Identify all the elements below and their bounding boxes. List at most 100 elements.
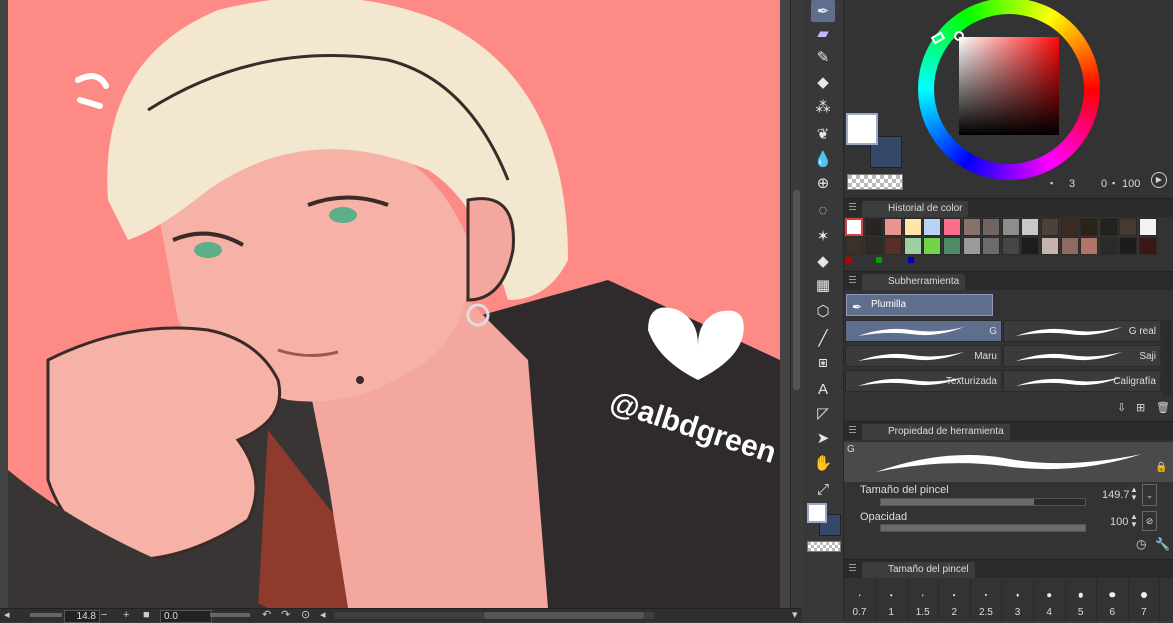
history-color-swatch[interactable] <box>903 237 922 255</box>
airbrush-icon[interactable]: ⁂ <box>811 96 835 118</box>
history-color-swatch[interactable] <box>982 237 1001 255</box>
history-color-swatch[interactable] <box>1001 237 1020 255</box>
tab-brush-size[interactable]: Tamaño del pincel <box>862 562 975 578</box>
brush-size-preset[interactable]: 2.5 <box>970 580 1003 621</box>
eyedropper-icon[interactable]: ⤢ <box>811 478 835 500</box>
subtool-brush-item[interactable]: G real <box>1003 320 1161 342</box>
brush-size-preset[interactable]: 7 <box>1128 580 1161 621</box>
opacity-stepper[interactable]: ▲ ▼ <box>1130 513 1138 529</box>
rotate-right-icon[interactable]: ↷ <box>281 609 290 622</box>
history-color-swatch[interactable] <box>1099 237 1118 255</box>
canvas-vertical-scrollbar[interactable] <box>790 0 803 608</box>
subtool-brush-item[interactable]: Saji <box>1003 345 1161 367</box>
subtool-group-plumilla[interactable]: ✒ Plumilla <box>846 294 993 316</box>
saturation-value-square[interactable] <box>959 37 1059 135</box>
color-picker-handle[interactable] <box>954 31 964 41</box>
history-color-swatch[interactable] <box>1021 237 1040 255</box>
delete-subtool-icon[interactable]: 🗑 <box>1156 401 1170 414</box>
vector-icon[interactable]: ◸ <box>811 402 835 424</box>
new-subtool-icon[interactable]: ⊞ <box>1136 401 1145 414</box>
transform-icon[interactable]: ⊕ <box>811 172 835 194</box>
canvas-horizontal-scrollbar[interactable] <box>334 612 654 619</box>
scroll-down-icon[interactable]: ▾ <box>792 609 798 622</box>
history-color-swatch[interactable] <box>1060 218 1079 236</box>
history-color-swatch[interactable] <box>1080 237 1099 255</box>
main-color-swatch[interactable] <box>846 113 878 145</box>
history-color-swatch[interactable] <box>884 237 903 255</box>
navigator-icon[interactable]: ◂ <box>4 609 10 622</box>
rotate-left-icon[interactable]: ↶ <box>262 609 271 622</box>
lock-icon[interactable]: 🔒 <box>1155 462 1167 473</box>
opacity-settings-icon[interactable]: ⊘ <box>1142 511 1157 531</box>
subtool-brush-item[interactable]: Texturizada <box>845 370 1002 392</box>
opacity-slider[interactable] <box>880 524 1086 532</box>
rotation-field[interactable]: 0.0 <box>160 610 212 623</box>
fill-icon[interactable]: ◆ <box>811 250 835 272</box>
history-color-swatch[interactable] <box>1139 237 1157 255</box>
gradient-icon[interactable]: ▦ <box>811 274 835 296</box>
tab-tool-property[interactable]: Propiedad de herramienta <box>862 424 1010 440</box>
history-color-swatch[interactable] <box>845 237 863 255</box>
history-color-swatch[interactable] <box>884 218 903 236</box>
object-select-icon[interactable]: ➤ <box>811 427 835 449</box>
brush-size-pressure-icon[interactable]: ⌄ <box>1142 484 1157 506</box>
brush-size-preset[interactable]: 1.5 <box>907 580 940 621</box>
history-color-swatch[interactable] <box>923 218 942 236</box>
brush-size-value[interactable]: 149.7 <box>1102 489 1130 501</box>
play-icon[interactable]: ▶ <box>1151 172 1167 188</box>
transparent-color-swatch[interactable] <box>847 174 903 190</box>
reset-icon[interactable]: ◷ <box>1136 537 1146 551</box>
subtool-brush-item[interactable]: Maru <box>845 345 1002 367</box>
drawing-canvas[interactable]: @albdgreen <box>0 0 790 608</box>
lasso-icon[interactable]: ◌ <box>811 199 835 221</box>
brush-size-preset[interactable]: 1 <box>876 580 908 621</box>
frame-icon[interactable]: ⧆ <box>811 351 835 373</box>
3d-object-icon[interactable]: ⬡ <box>811 300 835 322</box>
history-color-swatch[interactable] <box>1080 218 1099 236</box>
rotation-slider[interactable] <box>210 613 250 617</box>
history-color-swatch[interactable] <box>864 237 883 255</box>
brush-list-scrollbar[interactable] <box>1162 320 1171 396</box>
history-color-swatch[interactable] <box>1119 218 1138 236</box>
tool-transparent-swatch[interactable] <box>807 541 841 552</box>
flip-icon[interactable]: ◂ <box>320 609 326 622</box>
zoom-field[interactable]: 14.8 <box>64 610 100 623</box>
history-color-swatch[interactable] <box>962 237 981 255</box>
history-color-swatch[interactable] <box>1001 218 1020 236</box>
brush-size-preset[interactable]: 2 <box>939 580 971 621</box>
marker-icon[interactable]: ▰ <box>811 22 835 44</box>
wrench-icon[interactable]: 🔧 <box>1155 537 1170 551</box>
brush-size-stepper[interactable]: ▲ ▼ <box>1130 486 1138 502</box>
reset-rotation-icon[interactable]: ⊙ <box>301 609 310 622</box>
history-color-swatch[interactable] <box>943 218 961 236</box>
history-color-swatch[interactable] <box>903 218 922 236</box>
history-color-swatch[interactable] <box>1041 237 1059 255</box>
eraser-icon[interactable]: ◆ <box>811 71 835 93</box>
fit-icon[interactable]: ■ <box>143 609 150 622</box>
pen-icon[interactable]: ✒ <box>811 0 835 22</box>
history-color-swatch[interactable] <box>1041 218 1059 236</box>
text-icon[interactable]: A <box>811 378 835 400</box>
brush-size-preset[interactable]: 0.7 <box>844 580 876 621</box>
subtool-brush-item[interactable]: Caligrafía <box>1003 370 1161 392</box>
magic-wand-icon[interactable]: ✶ <box>811 225 835 247</box>
zoom-out-button[interactable]: − <box>101 609 107 622</box>
brush-size-slider[interactable] <box>880 498 1086 506</box>
history-color-swatch[interactable] <box>1021 218 1040 236</box>
history-color-swatch[interactable] <box>982 218 1001 236</box>
hand-icon[interactable]: ✋ <box>811 452 835 474</box>
tab-color-history[interactable]: Historial de color <box>862 201 969 217</box>
copy-subtool-icon[interactable]: ⇩ <box>1117 401 1126 414</box>
brush-size-preset[interactable]: 3 <box>1002 580 1034 621</box>
tool-main-color-swatch[interactable] <box>807 503 827 523</box>
decoration-icon[interactable]: ❦ <box>811 123 835 145</box>
history-color-swatch[interactable] <box>1060 237 1079 255</box>
opacity-value[interactable]: 100 <box>1110 516 1128 528</box>
history-color-swatch[interactable] <box>962 218 981 236</box>
subtool-brush-item[interactable]: G <box>845 320 1002 342</box>
pencil-icon[interactable]: ✎ <box>811 46 835 68</box>
history-color-swatch[interactable] <box>1099 218 1118 236</box>
tab-subtool[interactable]: Subherramienta <box>862 274 966 290</box>
history-color-swatch[interactable] <box>1139 218 1157 236</box>
history-color-swatch[interactable] <box>1119 237 1138 255</box>
